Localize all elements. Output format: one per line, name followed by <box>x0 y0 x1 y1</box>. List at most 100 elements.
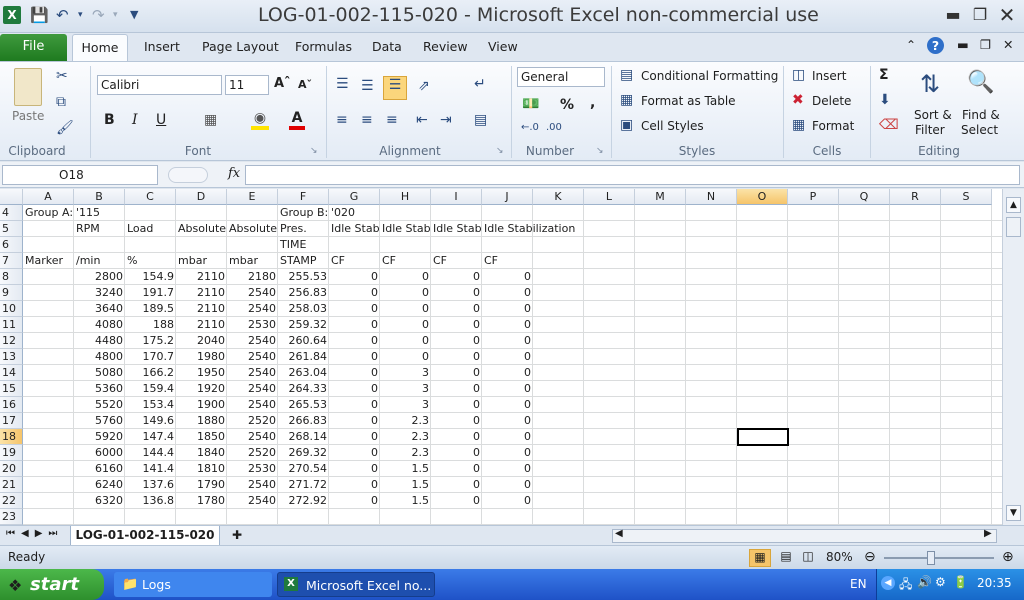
comma-icon[interactable]: , <box>590 95 595 111</box>
cell[interactable]: 4800 <box>74 349 125 365</box>
row-header[interactable]: 17 <box>0 413 23 429</box>
cell[interactable]: 271.72 <box>278 477 329 493</box>
cell[interactable]: 2540 <box>227 365 278 381</box>
redo-dropdown-icon[interactable]: ▾ <box>113 6 118 24</box>
sort-filter-icon[interactable]: ⇅ <box>920 70 940 98</box>
cell[interactable]: 0 <box>329 365 380 381</box>
cell[interactable]: 0 <box>329 461 380 477</box>
row-header[interactable]: 12 <box>0 333 23 349</box>
align-right-icon[interactable]: ≡ <box>386 112 398 128</box>
cell[interactable]: 2040 <box>176 333 227 349</box>
format-as-table-icon[interactable]: ▦ <box>620 92 633 108</box>
scroll-down-icon[interactable]: ▼ <box>1006 505 1021 521</box>
cell[interactable]: 1900 <box>176 397 227 413</box>
column-header[interactable]: D <box>176 189 227 205</box>
cell[interactable]: 3240 <box>74 285 125 301</box>
cell[interactable]: 0 <box>329 429 380 445</box>
zoom-slider-thumb[interactable] <box>927 551 935 565</box>
cell[interactable]: '020 <box>329 205 357 221</box>
taskbar-excel[interactable]: Microsoft Excel no... <box>277 572 435 597</box>
row-header[interactable]: 15 <box>0 381 23 397</box>
insert-cells-button[interactable]: Insert <box>812 69 846 83</box>
column-header[interactable]: R <box>890 189 941 205</box>
font-name-combo[interactable]: Calibri <box>97 75 222 95</box>
cell[interactable]: 1780 <box>176 493 227 509</box>
row-header[interactable]: 22 <box>0 493 23 509</box>
row-header[interactable]: 23 <box>0 509 23 525</box>
cell[interactable]: 0 <box>380 333 431 349</box>
cell[interactable]: RPM <box>74 221 102 237</box>
cell[interactable]: 0 <box>482 429 533 445</box>
minimize-window-icon[interactable]: ▬ <box>942 4 964 26</box>
cell[interactable]: CF <box>329 253 347 269</box>
cell[interactable]: 188 <box>125 317 176 333</box>
cell[interactable]: 0 <box>329 269 380 285</box>
column-header[interactable]: I <box>431 189 482 205</box>
alignment-launcher-icon[interactable]: ↘ <box>496 146 504 156</box>
row-header[interactable]: 18 <box>0 429 23 445</box>
cell[interactable]: 0 <box>431 477 482 493</box>
cell[interactable]: 159.4 <box>125 381 176 397</box>
normal-view-icon[interactable]: ▦ <box>749 549 771 567</box>
column-header[interactable]: G <box>329 189 380 205</box>
cell[interactable]: mbar <box>227 253 260 269</box>
zoom-level[interactable]: 80% <box>826 550 853 564</box>
cell[interactable]: 0 <box>431 317 482 333</box>
zoom-out-icon[interactable]: ⊖ <box>864 549 876 565</box>
cell[interactable]: /min <box>74 253 102 269</box>
cell[interactable]: 1850 <box>176 429 227 445</box>
column-header[interactable]: A <box>23 189 74 205</box>
cell[interactable]: 0 <box>380 285 431 301</box>
column-header[interactable]: P <box>788 189 839 205</box>
conditional-formatting-button[interactable]: Conditional Formatting <box>641 69 778 83</box>
paste-button[interactable]: Paste <box>12 109 44 123</box>
page-break-view-icon[interactable]: ◫ <box>797 549 819 567</box>
cell[interactable]: 0 <box>482 477 533 493</box>
cell[interactable]: 1980 <box>176 349 227 365</box>
wrap-text-icon[interactable]: ↵ <box>474 76 486 92</box>
cell[interactable]: 0 <box>329 285 380 301</box>
cell[interactable]: 0 <box>431 285 482 301</box>
cell[interactable]: 0 <box>482 397 533 413</box>
cell[interactable]: TIME <box>278 237 308 253</box>
row-header[interactable]: 14 <box>0 365 23 381</box>
font-color-icon[interactable]: A <box>289 110 305 130</box>
cell[interactable]: 1.5 <box>380 493 431 509</box>
cell[interactable]: 265.53 <box>278 397 329 413</box>
cell[interactable]: 0 <box>482 285 533 301</box>
cell[interactable]: 0 <box>431 445 482 461</box>
insert-function-icon[interactable]: fx <box>228 166 240 181</box>
sort-filter-label-2[interactable]: Filter <box>915 123 945 137</box>
row-header[interactable]: 10 <box>0 301 23 317</box>
percent-icon[interactable]: % <box>560 97 574 113</box>
cell[interactable]: 3640 <box>74 301 125 317</box>
cell[interactable]: mbar <box>176 253 209 269</box>
delete-cells-icon[interactable]: ✖ <box>792 92 804 108</box>
cell[interactable]: Absolute <box>227 221 279 237</box>
cell[interactable]: 141.4 <box>125 461 176 477</box>
cell[interactable]: 170.7 <box>125 349 176 365</box>
cell[interactable]: 1810 <box>176 461 227 477</box>
sheet-nav-icons[interactable]: ⏮◀▶⏭ <box>6 528 63 539</box>
clear-icon[interactable]: ⌫ <box>879 117 899 133</box>
cell[interactable]: 0 <box>329 493 380 509</box>
cell[interactable]: 153.4 <box>125 397 176 413</box>
row-header[interactable]: 5 <box>0 221 23 237</box>
cell[interactable]: 1840 <box>176 445 227 461</box>
cell[interactable]: 2110 <box>176 301 227 317</box>
decrease-decimal-icon[interactable]: .00 <box>546 122 562 133</box>
row-header[interactable]: 21 <box>0 477 23 493</box>
cell[interactable]: 0 <box>482 269 533 285</box>
cell[interactable]: 191.7 <box>125 285 176 301</box>
number-launcher-icon[interactable]: ↘ <box>596 146 604 156</box>
cell[interactable]: Pres. <box>278 221 309 237</box>
cell[interactable]: 0 <box>431 349 482 365</box>
cell[interactable]: 136.8 <box>125 493 176 509</box>
cell[interactable]: 0 <box>329 333 380 349</box>
merge-center-icon[interactable]: ▤ <box>474 112 487 128</box>
format-cells-icon[interactable]: ▦ <box>792 117 805 133</box>
cell[interactable]: 256.83 <box>278 285 329 301</box>
cell[interactable]: 266.83 <box>278 413 329 429</box>
save-icon[interactable]: 💾 <box>30 6 49 24</box>
cell[interactable]: 263.04 <box>278 365 329 381</box>
